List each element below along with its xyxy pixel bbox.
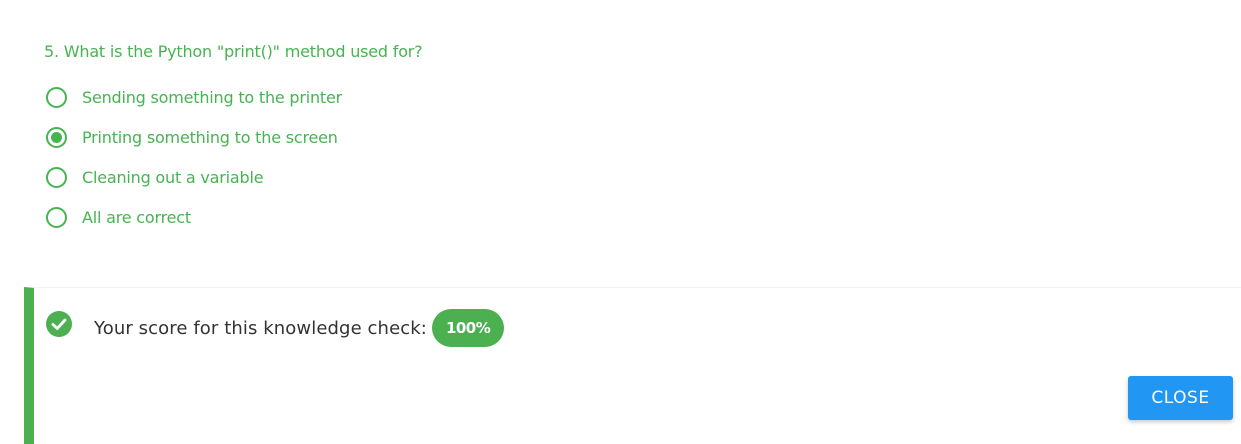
answer-option-label: Sending something to the printer <box>82 87 343 107</box>
question-text: 5. What is the Python "print()" method u… <box>44 42 423 61</box>
answer-option[interactable]: Sending something to the printer <box>46 77 342 117</box>
close-button[interactable]: CLOSE <box>1128 376 1233 420</box>
score-label: Your score for this knowledge check: <box>94 317 427 339</box>
score-badge: 100% <box>431 309 505 347</box>
score-row: Your score for this knowledge check: 100… <box>94 308 505 348</box>
answer-option-label: Cleaning out a variable <box>82 167 264 187</box>
score-result-panel: Your score for this knowledge check: 100… <box>24 287 1241 444</box>
radio-button[interactable] <box>46 166 67 188</box>
answer-option-label: All are correct <box>82 207 191 227</box>
answer-option[interactable]: All are correct <box>46 197 342 237</box>
radio-button[interactable] <box>46 206 67 228</box>
answer-options: Sending something to the printer Printin… <box>46 77 342 237</box>
answer-option-label: Printing something to the screen <box>82 127 338 147</box>
radio-button[interactable] <box>46 86 67 108</box>
check-circle-icon <box>46 311 72 337</box>
answer-option[interactable]: Printing something to the screen <box>46 117 342 157</box>
radio-button-selected[interactable] <box>46 126 67 148</box>
answer-option[interactable]: Cleaning out a variable <box>46 157 342 197</box>
